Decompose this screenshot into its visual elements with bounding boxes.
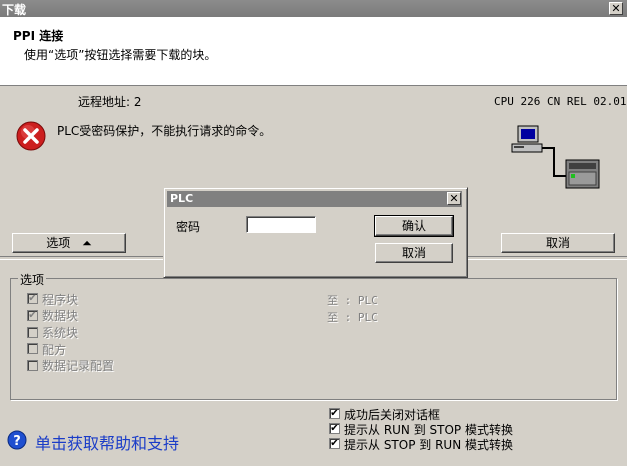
password-dialog-title: PLC [170, 192, 194, 205]
cpu-version: CPU 226 CN REL 02.01 [494, 95, 627, 108]
prompt-run-to-stop-checkbox[interactable]: ✔ [329, 423, 340, 434]
program-block-label: 程序块 [42, 293, 79, 307]
svg-text:?: ? [13, 434, 21, 449]
window-title: 下载 [2, 3, 27, 17]
header-subtitle: 使用“选项”按钮选择需要下载的块。 [24, 48, 217, 62]
close-button[interactable]: ✕ [609, 2, 623, 15]
options-group [10, 278, 617, 400]
options-group-label: 选项 [18, 271, 47, 288]
remote-address: 远程地址: 2 [78, 95, 142, 109]
header-title: PPI 连接 [13, 29, 64, 43]
password-cancel-button[interactable]: 取消 [375, 243, 453, 263]
recipe-checkbox[interactable] [27, 343, 38, 354]
header-panel: PPI 连接 使用“选项”按钮选择需要下载的块。 [0, 17, 627, 86]
password-dialog: PLC ✕ 密码 确认 取消 [163, 187, 468, 278]
program-block-dest: 至 : PLC [327, 294, 378, 307]
system-block-label: 系统块 [42, 326, 79, 340]
password-ok-button[interactable]: 确认 [374, 215, 454, 237]
password-input[interactable] [246, 216, 316, 233]
close-icon: ✕ [611, 2, 621, 15]
data-log-config-checkbox[interactable] [27, 360, 38, 371]
prompt-stop-to-run-label: 提示从 STOP 到 RUN 模式转换 [344, 438, 513, 452]
pc-plc-connection-icon [508, 124, 603, 190]
options-button[interactable]: 选项 ⏶ [12, 233, 126, 253]
password-dialog-titlebar: PLC ✕ [167, 191, 462, 207]
password-dialog-close-button[interactable]: ✕ [447, 192, 461, 205]
recipe-label: 配方 [42, 343, 67, 357]
data-block-checkbox[interactable]: ✔ [27, 310, 38, 321]
title-bar: 下载 ✕ [0, 0, 627, 17]
main-cancel-button[interactable]: 取消 [501, 233, 615, 253]
close-on-success-checkbox[interactable]: ✔ [329, 408, 340, 419]
password-label: 密码 [176, 220, 201, 234]
system-block-checkbox[interactable] [27, 327, 38, 338]
options-button-label: 选项 [46, 236, 71, 250]
data-block-dest: 至 : PLC [327, 311, 378, 324]
help-link[interactable]: 单击获取帮助和支持 [35, 430, 179, 454]
program-block-checkbox[interactable]: ✔ [27, 293, 38, 304]
error-icon [16, 121, 46, 151]
close-icon: ✕ [449, 192, 459, 205]
chevron-up-icon: ⏶ [82, 236, 92, 250]
data-block-label: 数据块 [42, 309, 79, 323]
error-message: PLC受密码保护，不能执行请求的命令。 [57, 124, 272, 138]
prompt-stop-to-run-checkbox[interactable]: ✔ [329, 438, 340, 449]
data-log-config-label: 数据记录配置 [42, 359, 115, 373]
help-icon[interactable]: ? [7, 430, 27, 450]
